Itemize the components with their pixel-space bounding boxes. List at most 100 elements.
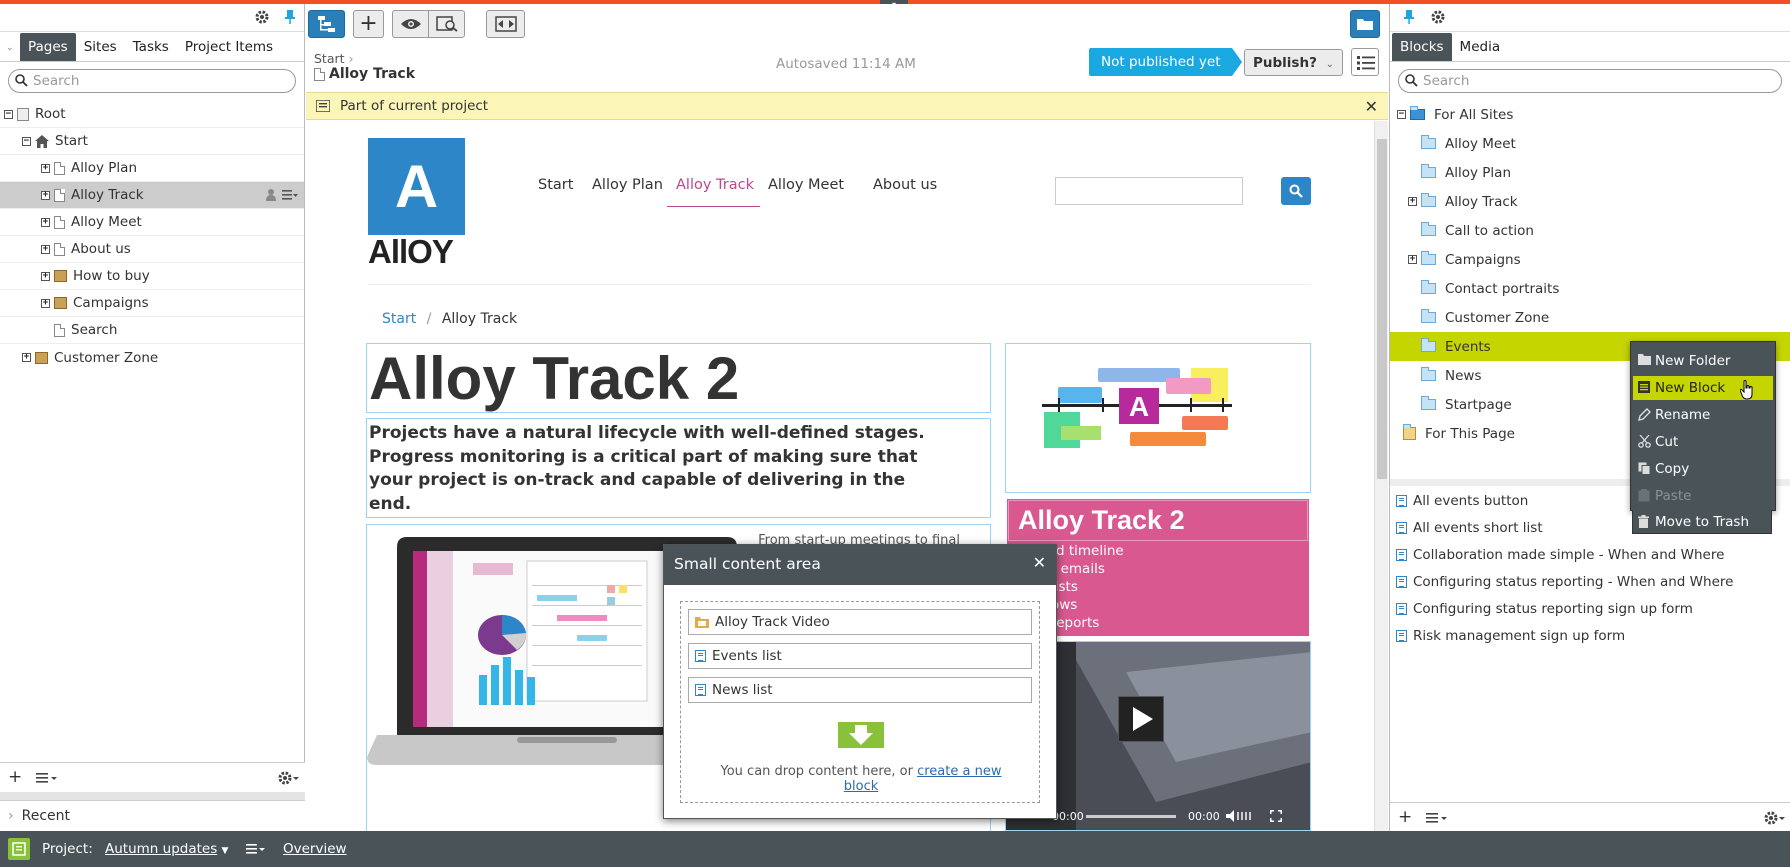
site-logo[interactable]: A AllOY bbox=[368, 138, 465, 269]
gear-icon[interactable] bbox=[1764, 810, 1786, 826]
all-properties-button[interactable] bbox=[1351, 48, 1379, 76]
close-icon[interactable]: ✕ bbox=[1365, 97, 1378, 116]
list-menu-icon[interactable] bbox=[36, 772, 58, 784]
add-content-button[interactable]: + bbox=[353, 10, 384, 38]
block-folder-contact-portraits[interactable]: Contact portraits bbox=[1390, 274, 1790, 303]
add-icon[interactable]: + bbox=[1398, 809, 1412, 826]
block-folder-alloy-meet[interactable]: Alloy Meet bbox=[1390, 129, 1790, 158]
close-icon[interactable]: ✕ bbox=[1033, 553, 1046, 572]
project-menu-icon[interactable] bbox=[246, 843, 266, 855]
menu-item-copy[interactable]: Copy bbox=[1633, 457, 1773, 481]
block-folder-alloy-track[interactable]: + Alloy Track bbox=[1390, 187, 1790, 216]
expand-icon[interactable]: + bbox=[41, 163, 50, 173]
site-nav-alloy-track[interactable]: Alloy Track bbox=[676, 177, 754, 193]
tree-item-alloy-track[interactable]: + Alloy Track bbox=[0, 182, 304, 209]
menu-item-cut[interactable]: Cut bbox=[1633, 430, 1773, 454]
block-folder-call-to-action[interactable]: Call to action bbox=[1390, 216, 1790, 245]
tree-toggle-button[interactable] bbox=[308, 10, 345, 38]
tab-tasks[interactable]: Tasks bbox=[125, 33, 177, 61]
editor-breadcrumb[interactable]: Start › bbox=[314, 51, 354, 66]
pages-search-input[interactable] bbox=[9, 70, 295, 92]
expand-icon[interactable]: + bbox=[22, 353, 31, 362]
site-nav-about-us[interactable]: About us bbox=[873, 177, 937, 193]
content-item[interactable]: News list bbox=[688, 677, 1032, 703]
site-search-button[interactable] bbox=[1281, 177, 1311, 205]
block-folder-for-all-sites[interactable]: − For All Sites bbox=[1390, 100, 1790, 129]
tree-item-search[interactable]: Search bbox=[0, 317, 304, 344]
tab-sites[interactable]: Sites bbox=[76, 33, 125, 61]
project-selector[interactable]: Autumn updates ▼ bbox=[105, 841, 228, 857]
block-list-item[interactable]: Configuring status reporting - When and … bbox=[1396, 568, 1786, 595]
tree-item-how-to-buy[interactable]: + How to buy bbox=[0, 263, 304, 290]
volume-icon[interactable] bbox=[1226, 810, 1256, 822]
compare-button[interactable] bbox=[428, 10, 465, 38]
menu-item-rename[interactable]: Rename bbox=[1633, 403, 1773, 427]
tree-item-alloy-plan[interactable]: + Alloy Plan bbox=[0, 155, 304, 182]
tree-item-alloy-meet[interactable]: + Alloy Meet bbox=[0, 209, 304, 236]
block-folder-campaigns[interactable]: + Campaigns bbox=[1390, 245, 1790, 274]
create-block-link-cont[interactable]: block bbox=[844, 779, 879, 794]
preview-button[interactable] bbox=[392, 10, 429, 38]
gear-icon[interactable] bbox=[1430, 9, 1446, 25]
context-menu-icon[interactable] bbox=[282, 189, 298, 201]
tab-blocks[interactable]: Blocks bbox=[1392, 33, 1452, 61]
tab-media[interactable]: Media bbox=[1452, 33, 1509, 61]
assets-toggle-button[interactable] bbox=[1350, 10, 1380, 38]
pin-icon[interactable] bbox=[282, 9, 298, 25]
tree-item-start[interactable]: − Start bbox=[0, 128, 304, 155]
page-intro[interactable]: Projects have a natural lifecycle with w… bbox=[366, 418, 991, 518]
blocks-search-input[interactable] bbox=[1399, 70, 1781, 92]
menu-item-move-to-trash[interactable]: Move to Trash bbox=[1632, 510, 1772, 534]
tree-item-campaigns[interactable]: + Campaigns bbox=[0, 290, 304, 317]
fullscreen-icon[interactable] bbox=[1270, 810, 1282, 822]
tab-project-items[interactable]: Project Items bbox=[177, 33, 281, 61]
site-nav-alloy-meet[interactable]: Alloy Meet bbox=[768, 177, 844, 193]
play-button[interactable] bbox=[1118, 696, 1164, 742]
breadcrumb-home-link[interactable]: Start bbox=[382, 311, 416, 327]
collapse-chevron-icon[interactable]: ⌄ bbox=[6, 43, 14, 53]
page-scrollbar[interactable] bbox=[1374, 121, 1388, 831]
create-block-link[interactable]: create a new bbox=[917, 764, 1001, 779]
collapse-icon[interactable]: − bbox=[1397, 110, 1406, 119]
toggle-panes-button[interactable] bbox=[486, 10, 525, 38]
block-list-item[interactable]: Risk management sign up form bbox=[1396, 622, 1786, 649]
content-item[interactable]: Events list bbox=[688, 643, 1032, 669]
menu-item-new-folder[interactable]: New Folder bbox=[1633, 349, 1773, 373]
page-heading[interactable]: Alloy Track 2 bbox=[366, 343, 991, 413]
expand-icon[interactable]: + bbox=[1408, 197, 1417, 206]
collapse-icon[interactable]: − bbox=[22, 136, 31, 146]
site-nav-alloy-plan[interactable]: Alloy Plan bbox=[592, 177, 663, 193]
content-item[interactable]: Alloy Track Video bbox=[688, 609, 1032, 635]
expand-icon[interactable]: + bbox=[41, 298, 50, 308]
track-illustration[interactable]: A bbox=[1005, 343, 1311, 493]
tree-item-about-us[interactable]: + About us bbox=[0, 236, 304, 263]
expand-icon[interactable]: + bbox=[1408, 255, 1417, 264]
tree-item-root[interactable]: − Root bbox=[0, 101, 304, 128]
expand-icon[interactable]: + bbox=[41, 217, 50, 227]
expand-icon[interactable]: + bbox=[41, 190, 50, 200]
recent-section[interactable]: › Recent bbox=[0, 800, 305, 831]
pane-splitter[interactable] bbox=[0, 792, 305, 800]
expand-icon[interactable]: + bbox=[41, 244, 50, 254]
breadcrumb-parent[interactable]: Start bbox=[314, 51, 345, 66]
site-nav-start[interactable]: Start bbox=[538, 177, 573, 193]
scrollbar-thumb[interactable] bbox=[1377, 139, 1387, 479]
menu-item-new-block[interactable]: New Block bbox=[1633, 376, 1773, 400]
gear-icon[interactable] bbox=[278, 770, 300, 786]
video-seek-bar[interactable] bbox=[1086, 815, 1176, 818]
pin-icon[interactable] bbox=[1401, 9, 1417, 25]
gear-icon[interactable] bbox=[254, 9, 270, 25]
overview-link[interactable]: Overview bbox=[283, 841, 347, 857]
publish-button[interactable]: Publish? ⌄ bbox=[1244, 49, 1343, 76]
expand-icon[interactable]: + bbox=[41, 271, 50, 281]
site-search-input[interactable] bbox=[1055, 177, 1243, 205]
block-list-item[interactable]: Collaboration made simple - When and Whe… bbox=[1396, 541, 1786, 568]
list-menu-icon[interactable] bbox=[1426, 812, 1448, 824]
content-drop-zone[interactable]: Alloy Track Video Events list News list … bbox=[680, 601, 1040, 803]
block-folder-customer-zone[interactable]: Customer Zone bbox=[1390, 303, 1790, 332]
tree-item-customer-zone[interactable]: + Customer Zone bbox=[0, 344, 304, 371]
block-folder-alloy-plan[interactable]: Alloy Plan bbox=[1390, 158, 1790, 187]
block-list-item[interactable]: Configuring status reporting sign up for… bbox=[1396, 595, 1786, 622]
tab-pages[interactable]: Pages bbox=[20, 33, 76, 61]
collapse-icon[interactable]: − bbox=[4, 109, 13, 119]
